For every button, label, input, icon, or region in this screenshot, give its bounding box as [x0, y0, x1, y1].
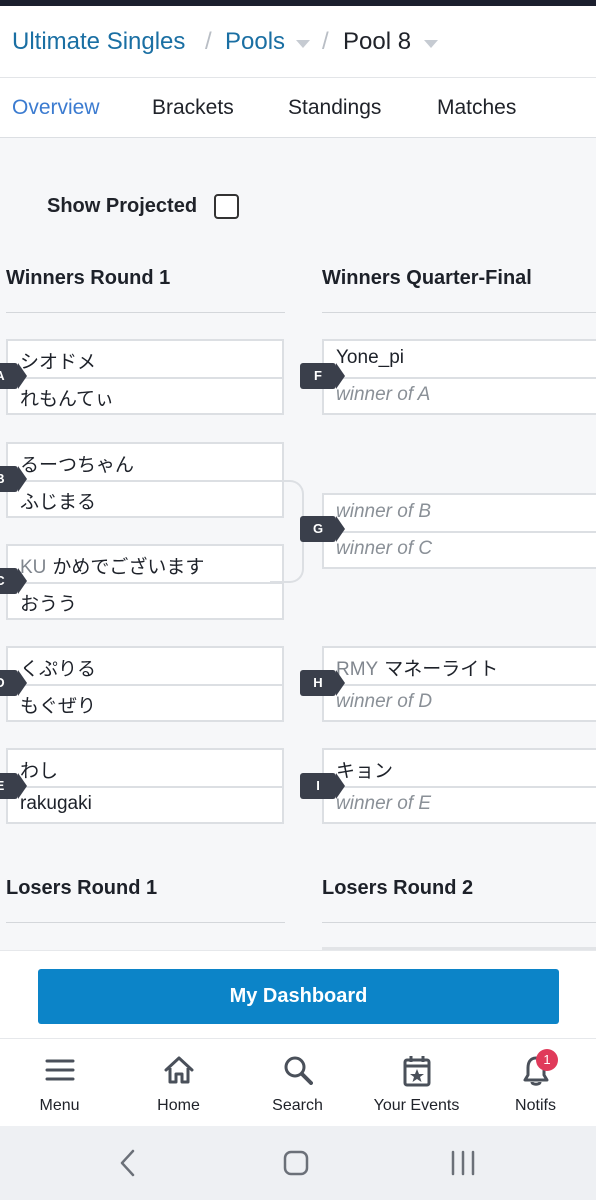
match-id-badge: E — [0, 773, 27, 799]
match-card-d[interactable]: くぷりる もぐぜり — [6, 646, 284, 722]
match-id-badge: C — [0, 568, 27, 594]
match-player: ふじまる — [20, 492, 97, 513]
match-card-c[interactable]: KU かめでございます おうう — [6, 544, 284, 620]
nav-label: Home — [157, 1097, 200, 1114]
match-card-a[interactable]: シオドメ れもんてぃ — [6, 339, 284, 415]
match-divider — [324, 786, 596, 788]
my-dashboard-button[interactable]: My Dashboard — [38, 969, 559, 1024]
chevron-down-icon[interactable] — [424, 40, 438, 48]
nav-home[interactable]: Home — [119, 1039, 238, 1127]
round-title-winners-qf: Winners Quarter-Final — [322, 267, 532, 289]
match-divider — [324, 684, 596, 686]
tab-bar: Overview Brackets Standings Matches — [0, 78, 596, 138]
tab-standings[interactable]: Standings — [288, 96, 381, 120]
nav-search[interactable]: Search — [238, 1039, 357, 1127]
nav-notifs[interactable]: Notifs — [476, 1039, 595, 1127]
match-placeholder: winner of E — [336, 793, 432, 814]
match-player: れもんてぃ — [20, 389, 115, 410]
nav-your-events[interactable]: Your Events — [357, 1039, 476, 1127]
match-player: おうう — [20, 594, 78, 615]
show-projected-checkbox[interactable] — [214, 194, 239, 219]
match-id-badge: D — [0, 670, 27, 696]
match-player: KU かめでございます — [20, 557, 205, 578]
match-player: Yone_pi — [336, 347, 404, 368]
breadcrumb-separator: / — [322, 28, 329, 55]
nav-menu[interactable]: Menu — [0, 1039, 119, 1127]
back-icon[interactable] — [118, 1148, 138, 1183]
nav-label: Your Events — [373, 1097, 460, 1114]
round-title-losers-1: Losers Round 1 — [6, 877, 158, 899]
match-id-badge: B — [0, 466, 27, 492]
chevron-down-icon[interactable] — [296, 40, 310, 48]
round-divider — [322, 922, 596, 923]
system-nav-bar — [0, 1126, 596, 1200]
round-divider — [6, 922, 285, 923]
match-divider — [8, 480, 282, 482]
match-divider — [8, 582, 282, 584]
match-player: もぐぜり — [20, 696, 97, 717]
match-player: くぷりる — [20, 659, 97, 680]
match-divider — [324, 531, 596, 533]
match-id-badge: G — [300, 516, 345, 542]
match-player: シオドメ — [20, 352, 97, 373]
match-player: るーつちゃん — [20, 455, 135, 476]
show-projected-label: Show Projected — [47, 195, 198, 217]
match-placeholder: winner of D — [336, 691, 433, 712]
nav-label: Notifs — [515, 1097, 556, 1114]
match-card-g[interactable]: winner of B winner of C — [322, 493, 596, 569]
match-id-badge: F — [300, 363, 345, 389]
nav-label: Menu — [39, 1097, 80, 1114]
match-card-b[interactable]: るーつちゃん ふじまる — [6, 442, 284, 518]
search-icon — [283, 1055, 313, 1090]
nav-label: Search — [272, 1097, 323, 1114]
recent-apps-icon[interactable] — [450, 1148, 476, 1183]
round-title-losers-2: Losers Round 2 — [322, 877, 474, 899]
match-placeholder: winner of C — [336, 538, 433, 559]
round-divider — [322, 312, 596, 313]
match-id-badge: I — [300, 773, 345, 799]
match-card-f[interactable]: Yone_pi winner of A — [322, 339, 596, 415]
home-icon — [163, 1055, 195, 1090]
tab-matches[interactable]: Matches — [437, 96, 516, 120]
breadcrumb-separator: / — [205, 28, 212, 55]
bracket-view[interactable]: Show Projected Winners Round 1 Winners Q… — [0, 139, 596, 950]
dashboard-bar: My Dashboard — [0, 950, 596, 1038]
match-id-badge: H — [300, 670, 345, 696]
match-placeholder: winner of A — [336, 384, 431, 405]
match-id-badge: A — [0, 363, 27, 389]
round-title-winners-1: Winners Round 1 — [6, 267, 171, 289]
tab-overview[interactable]: Overview — [12, 96, 100, 120]
round-divider — [6, 312, 285, 313]
menu-icon — [45, 1055, 75, 1090]
bracket-connector — [270, 480, 304, 583]
match-divider — [8, 684, 282, 686]
bottom-nav: Menu Home Search Your Events Notifs — [0, 1038, 596, 1126]
match-player: rakugaki — [20, 793, 92, 814]
tab-brackets[interactable]: Brackets — [152, 96, 234, 120]
match-card-e[interactable]: わし rakugaki — [6, 748, 284, 824]
match-card-h[interactable]: RMY マネーライト winner of D — [322, 646, 596, 722]
match-card-i[interactable]: キョン winner of E — [322, 748, 596, 824]
breadcrumb-pool-8[interactable]: Pool 8 — [343, 28, 411, 56]
match-placeholder: winner of B — [336, 501, 432, 522]
match-player: RMY マネーライト — [336, 659, 499, 680]
breadcrumb-ultimate-singles[interactable]: Ultimate Singles — [12, 28, 185, 56]
calendar-star-icon — [402, 1055, 432, 1092]
breadcrumb: Ultimate Singles / Pools / Pool 8 — [0, 6, 596, 78]
match-divider — [8, 377, 282, 379]
breadcrumb-pools[interactable]: Pools — [225, 28, 285, 56]
match-divider — [324, 377, 596, 379]
notification-count-badge: 1 — [536, 1049, 558, 1071]
home-button-icon[interactable] — [282, 1148, 310, 1183]
match-divider — [8, 786, 282, 788]
